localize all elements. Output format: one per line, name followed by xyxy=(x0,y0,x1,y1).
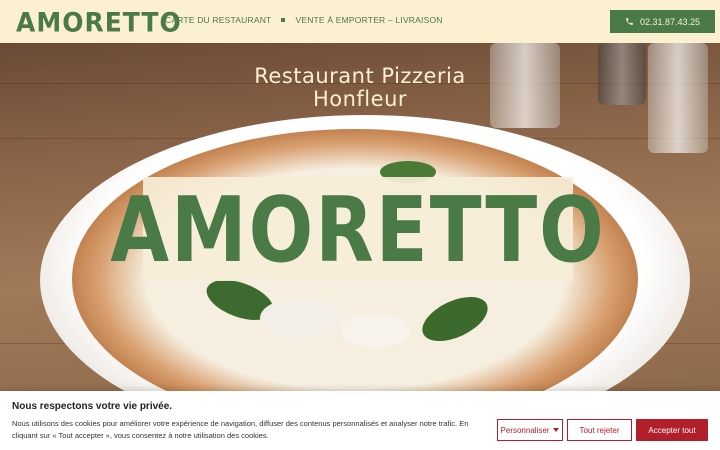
phone-button[interactable]: 02.31.87.43.25 xyxy=(610,10,715,33)
reject-label: Tout rejeter xyxy=(579,425,620,435)
nav-item-vente[interactable]: VENTE À EMPORTER – LIVRAISON xyxy=(295,15,442,25)
customize-button[interactable]: Personnaliser xyxy=(497,419,563,441)
phone-number: 02.31.87.43.25 xyxy=(639,16,701,27)
hero-title-line1: Restaurant Pizzeria xyxy=(254,64,466,88)
mozzarella xyxy=(340,313,410,348)
cookie-text: Nous utilisons des cookies pour améliore… xyxy=(12,419,469,440)
hero-logo-text: AMORETTO xyxy=(110,176,606,282)
cookie-title: Nous respectons votre vie privée. xyxy=(12,401,173,412)
hero-banner: Restaurant Pizzeria Honfleur AMORETTO xyxy=(0,43,720,391)
hero-logo: AMORETTO xyxy=(110,176,604,281)
mozzarella xyxy=(260,298,340,338)
accept-all-button[interactable]: Accepter tout xyxy=(636,419,708,441)
chevron-down-icon xyxy=(553,428,560,432)
reject-all-button[interactable]: Tout rejeter xyxy=(567,419,632,441)
customize-label: Personnaliser xyxy=(500,425,550,435)
nav-item-carte[interactable]: CARTE DU RESTAURANT xyxy=(165,15,271,25)
site-header: AMORETTO CARTE DU RESTAURANT VENTE À EMP… xyxy=(0,0,720,43)
hero-title: Restaurant Pizzeria Honfleur xyxy=(0,65,720,111)
main-nav: CARTE DU RESTAURANT VENTE À EMPORTER – L… xyxy=(165,15,443,25)
site-logo[interactable]: AMORETTO xyxy=(16,7,182,38)
accept-label: Accepter tout xyxy=(648,425,696,435)
phone-icon xyxy=(626,18,633,25)
hero-title-line2: Honfleur xyxy=(312,87,408,111)
nav-separator xyxy=(281,18,286,22)
